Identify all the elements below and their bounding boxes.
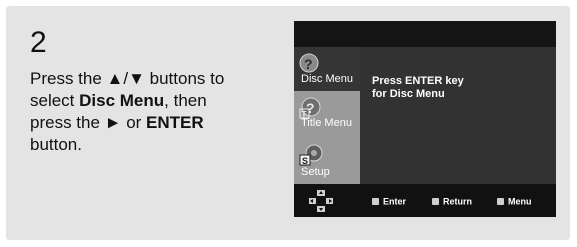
enter-hint: Enter bbox=[372, 196, 406, 207]
enter-emphasis: ENTER bbox=[146, 113, 204, 132]
menu-hint-label: Menu bbox=[508, 196, 532, 207]
menu-item-label: Disc Menu bbox=[301, 73, 353, 85]
menu-item-label: Setup bbox=[301, 166, 330, 178]
instruction-line-2: select Disc Menu, then bbox=[30, 90, 280, 112]
return-button-icon bbox=[432, 198, 439, 206]
enter-hint-label: Enter bbox=[383, 196, 407, 207]
text-segment: Press the bbox=[30, 69, 107, 88]
instruction-line-4: button. bbox=[30, 135, 82, 154]
text-segment: or bbox=[121, 113, 147, 132]
right-arrow-icon: ► bbox=[104, 113, 122, 132]
svg-text:?: ? bbox=[306, 100, 315, 116]
osd-message-line-1: Press ENTER key bbox=[372, 75, 464, 87]
osd-footer-bar: Enter Return Menu bbox=[294, 184, 556, 217]
step-number: 2 bbox=[30, 26, 47, 59]
text-segment: select bbox=[30, 91, 80, 110]
on-screen-display: ? Disc Menu ? T Title Menu S Setup Press… bbox=[294, 21, 556, 217]
svg-text:S: S bbox=[302, 156, 308, 166]
menu-item-disc-menu[interactable]: ? Disc Menu bbox=[294, 47, 360, 91]
return-hint-label: Return bbox=[443, 196, 472, 207]
osd-message: Press ENTER key for Disc Menu bbox=[372, 75, 548, 101]
instruction-line-1: Press the ▲/▼ buttons to bbox=[30, 68, 280, 90]
enter-button-icon bbox=[372, 198, 379, 206]
return-hint: Return bbox=[432, 196, 472, 207]
up-down-arrows-icon: ▲/▼ bbox=[106, 69, 145, 88]
menu-item-title-menu[interactable]: ? T Title Menu bbox=[294, 91, 360, 135]
menu-hint: Menu bbox=[497, 196, 532, 207]
navigation-arrows-icon bbox=[309, 190, 333, 212]
text-segment: press the bbox=[30, 113, 105, 132]
svg-text:?: ? bbox=[304, 56, 313, 72]
menu-item-setup[interactable]: S Setup bbox=[294, 135, 360, 184]
setup-gear-icon: S bbox=[299, 144, 323, 166]
text-segment: buttons to bbox=[144, 69, 225, 88]
menu-button-icon bbox=[497, 198, 504, 206]
osd-message-line-2: for Disc Menu bbox=[372, 88, 445, 100]
menu-item-label: Title Menu bbox=[301, 117, 352, 129]
osd-content-area bbox=[360, 47, 556, 184]
instruction-line-3: press the ► or ENTER bbox=[30, 112, 280, 134]
instruction-text: Press the ▲/▼ buttons to select Disc Men… bbox=[30, 68, 280, 156]
osd-top-bar bbox=[294, 21, 556, 47]
disc-menu-emphasis: Disc Menu bbox=[79, 91, 165, 110]
text-segment: , then bbox=[164, 91, 207, 110]
